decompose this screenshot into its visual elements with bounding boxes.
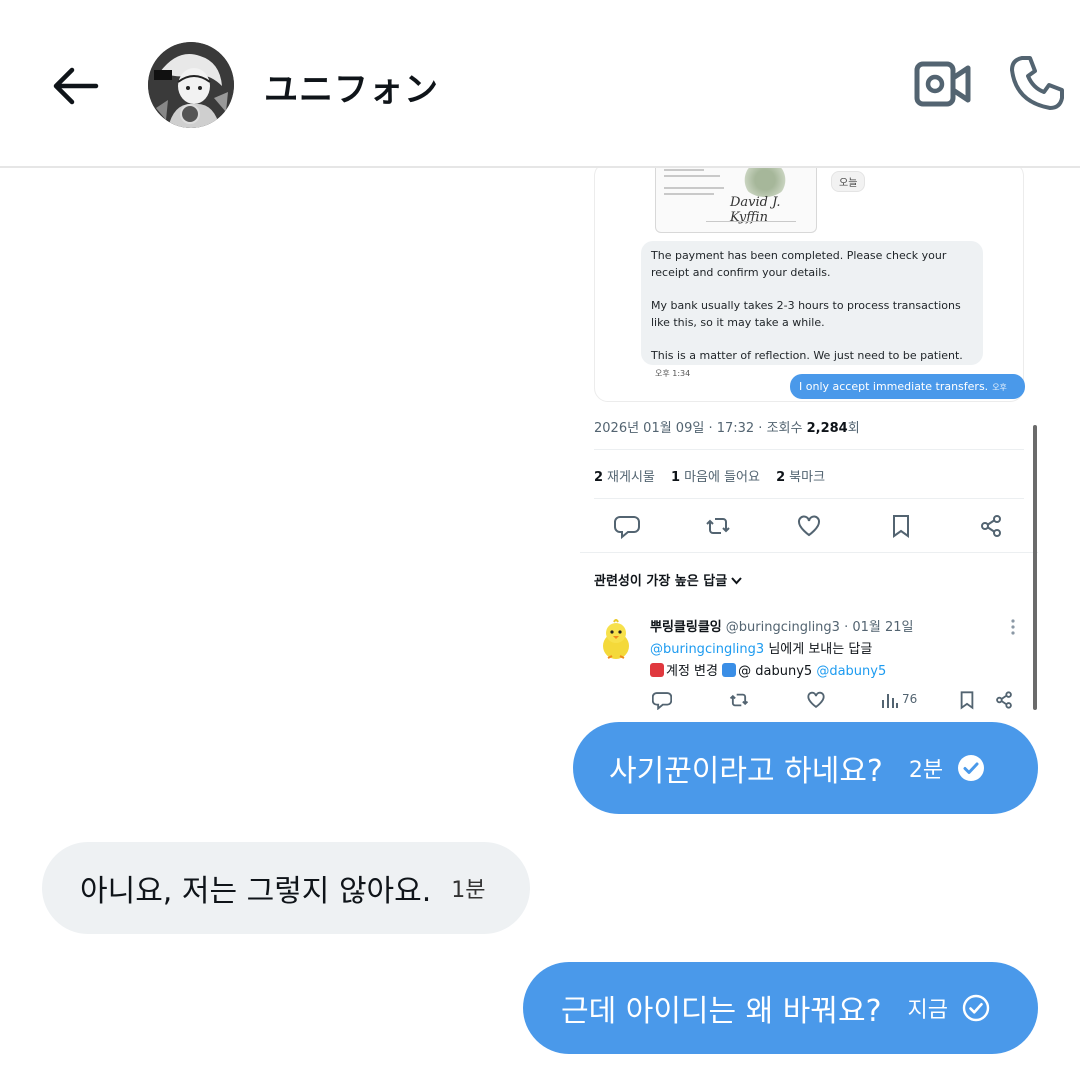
section-title-text: 관련성이 가장 높은 답글 [594, 574, 728, 589]
message-text: 근데 아이디는 왜 바꿔요? [561, 994, 882, 1029]
embedded-outgoing-message: I only accept immediate transfers. 오후 1:3… [790, 374, 1025, 418]
likes-label: 마음에 들어요 [684, 470, 760, 485]
more-vertical-icon [1010, 618, 1016, 636]
reply-to-suffix: 님에게 보내는 답글 [768, 642, 873, 657]
message-time: 2분 [908, 758, 944, 783]
divider [594, 449, 1024, 450]
reply-body-link: @dabuny5 [816, 664, 887, 679]
divider [580, 552, 1038, 553]
view-suffix: 회 [847, 421, 860, 436]
repost-icon [705, 513, 731, 539]
reply-body-mid: @ dabuny5 [738, 664, 813, 679]
chat-header: ユニフォン [0, 0, 1080, 168]
right-arrow-icon [722, 663, 737, 677]
share-icon [994, 690, 1014, 710]
divider [594, 498, 1024, 499]
reposts-count: 2 [594, 470, 604, 485]
post-meta: 2026년 01월 09일 · 17:32 · 조회수 2,284회 [594, 417, 860, 436]
message-paragraph: My bank usually takes 2-3 hours to proce… [651, 299, 961, 329]
share-icon [978, 513, 1004, 539]
message-text: I only accept immediate transfers. [799, 380, 989, 393]
phone-icon[interactable] [1008, 54, 1066, 112]
seal-icon [742, 168, 788, 197]
post-date: 2026년 01월 09일 · 17:32 · 조회수 [594, 421, 803, 436]
chick-avatar [594, 618, 638, 662]
repost-icon [729, 690, 749, 710]
avatar[interactable] [148, 42, 234, 128]
receipt-thumbnail: David J. Kyffin [655, 168, 817, 233]
chevron-down-icon [731, 575, 742, 588]
contact-name[interactable]: ユニフォン [264, 62, 439, 111]
scrollbar[interactable] [1033, 425, 1037, 710]
reply-author: 뿌링클링클잉 @buringcingling3 · 01월 21일 [650, 616, 913, 635]
bookmarks-count: 2 [776, 470, 786, 485]
likes-count: 1 [671, 470, 681, 485]
reply-body: 계정 변경 @ dabuny5 @dabuny5 [650, 660, 886, 679]
replies-sort-label: 관련성이 가장 높은 답글 [594, 570, 742, 589]
date-chip: 오늘 [831, 171, 866, 192]
view-count: 2,284 [806, 421, 848, 436]
bookmark-icon [957, 690, 977, 710]
bookmark-icon [888, 513, 914, 539]
reply-author-name: 뿌링클링클잉 [650, 620, 722, 635]
bookmarks-label: 북마크 [789, 470, 826, 485]
sent-check-icon [962, 994, 990, 1022]
reply-body-text: 계정 변경 [666, 664, 718, 679]
outgoing-message[interactable]: 사기꾼이라고 하네요? 2분 [573, 722, 1038, 814]
outgoing-message[interactable]: 근데 아이디는 왜 바꿔요? 지금 [523, 962, 1038, 1054]
message-time: 오후 1:34 [655, 369, 691, 378]
message-text: 사기꾼이라고 하네요? [609, 754, 883, 789]
reply-to-line: @buringcingling3 님에게 보내는 답글 [650, 638, 872, 657]
siren-icon [650, 663, 664, 677]
analytics-icon [880, 690, 900, 710]
reply-views: 76 [902, 692, 918, 706]
post-stats: 2 재게시물 1 마음에 들어요 2 북마크 [594, 466, 825, 485]
reply-icon [651, 690, 673, 711]
embedded-incoming-message: The payment has been completed. Please c… [641, 241, 983, 378]
message-time: 1분 [451, 878, 486, 903]
message-time: 지금 [907, 998, 949, 1023]
video-camera-icon[interactable] [914, 58, 972, 110]
heart-icon [796, 513, 822, 539]
embedded-conversation-card: David J. Kyffin 오늘 The payment has been … [594, 168, 1025, 418]
reply-handle: @buringcingling3 · 01월 21일 [725, 620, 914, 635]
shared-post-image[interactable]: David J. Kyffin 오늘 The payment has been … [580, 168, 1038, 718]
back-arrow-icon[interactable] [48, 58, 104, 114]
read-check-icon [957, 754, 985, 782]
message-text: This is a matter of reflection. We just … [651, 349, 963, 362]
incoming-message[interactable]: 아니요, 저는 그렇지 않아요. 1분 [42, 842, 530, 934]
reply-to-handle: @buringcingling3 [650, 642, 765, 657]
heart-icon [806, 690, 826, 710]
message-paragraph: The payment has been completed. Please c… [651, 249, 947, 279]
reposts-label: 재게시물 [607, 470, 655, 485]
message-text: 아니요, 저는 그렇지 않아요. [80, 874, 432, 909]
reply-icon [614, 513, 640, 540]
